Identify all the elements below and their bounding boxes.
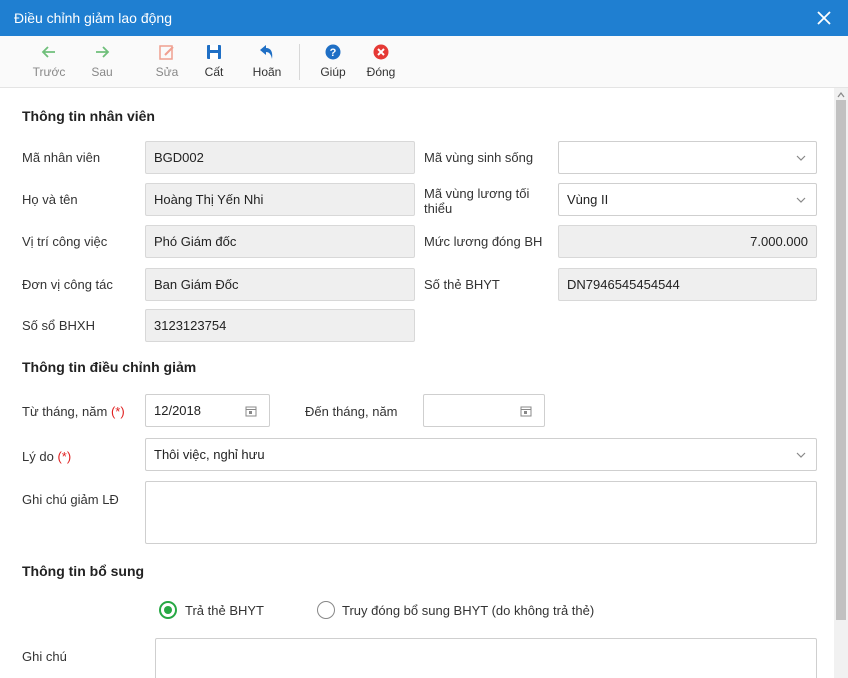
living-region-label: Mã vùng sinh sống <box>424 150 534 165</box>
section-title-extra: Thông tin bổ sung <box>22 563 145 579</box>
to-month-label: Đến tháng, năm <box>305 404 398 419</box>
reason-label: Lý do (*) <box>22 449 71 464</box>
close-icon[interactable] <box>812 6 836 30</box>
calendar-icon[interactable] <box>520 405 532 417</box>
job-position-label: Vị trí công việc <box>22 234 108 249</box>
undo-label: Hoãn <box>252 65 282 79</box>
scrollbar-thumb[interactable] <box>836 100 846 620</box>
required-mark: (*) <box>57 449 72 464</box>
min-wage-region-select[interactable]: Vùng II <box>558 183 817 216</box>
help-button[interactable]: ? Giúp <box>311 42 355 79</box>
from-month-value: 12/2018 <box>154 403 201 418</box>
scroll-up-icon[interactable] <box>837 91 845 99</box>
calendar-icon[interactable] <box>245 405 257 417</box>
chevron-down-icon <box>796 452 806 458</box>
full-name-label: Họ và tên <box>22 192 78 207</box>
pencil-icon <box>145 42 189 62</box>
job-position-field[interactable]: Phó Giám đốc <box>145 225 415 258</box>
to-month-input[interactable] <box>423 394 545 427</box>
required-mark: (*) <box>110 404 125 419</box>
prev-label: Trước <box>32 65 66 79</box>
min-wage-region-label-line1: Mã vùng lương tối <box>424 186 530 201</box>
edit-button[interactable]: Sửa <box>145 42 189 79</box>
from-month-label-text: Từ tháng, năm <box>22 404 108 419</box>
arrow-left-icon <box>27 42 71 62</box>
reduction-note-label: Ghi chú giảm LĐ <box>22 492 119 507</box>
min-wage-region-label-line2: thiểu <box>424 201 453 216</box>
employee-code-field[interactable]: BGD002 <box>145 141 415 174</box>
next-button[interactable]: Sau <box>80 42 124 79</box>
next-label: Sau <box>91 65 113 79</box>
work-unit-label: Đơn vị công tác <box>22 277 113 292</box>
bhxh-number-label: Số sổ BHXH <box>22 318 95 333</box>
save-button[interactable]: Cất <box>192 42 236 79</box>
save-label: Cất <box>204 65 224 79</box>
dialog-title: Điều chỉnh giảm lao động <box>14 10 172 26</box>
insurance-salary-label: Mức lương đóng BH <box>424 234 543 249</box>
reason-label-text: Lý do <box>22 449 54 464</box>
toolbar-separator <box>299 44 300 80</box>
prev-button[interactable]: Trước <box>27 42 71 79</box>
close-button[interactable]: Đóng <box>359 42 403 79</box>
bhyt-card-field[interactable]: DN7946545454544 <box>558 268 817 301</box>
bhyt-card-label: Số thẻ BHYT <box>424 277 500 292</box>
bhxh-number-field[interactable]: 3123123754 <box>145 309 415 342</box>
save-icon <box>192 42 236 62</box>
chevron-down-icon <box>796 197 806 203</box>
vertical-scrollbar[interactable] <box>834 88 848 678</box>
help-label: Giúp <box>320 65 346 79</box>
undo-button[interactable]: Hoãn <box>245 42 289 79</box>
reason-value: Thôi việc, nghỉ hưu <box>154 447 265 462</box>
reduction-note-textarea[interactable] <box>145 481 817 544</box>
dialog-titlebar: Điều chỉnh giảm lao động <box>0 0 848 36</box>
return-card-radio[interactable] <box>159 601 177 619</box>
return-card-label[interactable]: Trả thẻ BHYT <box>185 603 264 618</box>
from-month-input[interactable]: 12/2018 <box>145 394 270 427</box>
from-month-label: Từ tháng, năm (*) <box>22 404 125 419</box>
edit-label: Sửa <box>155 65 179 79</box>
reason-select[interactable]: Thôi việc, nghỉ hưu <box>145 438 817 471</box>
chevron-down-icon <box>796 155 806 161</box>
section-title-adjustment: Thông tin điều chỉnh giảm <box>22 359 197 375</box>
close-label: Đóng <box>366 65 396 79</box>
note-label: Ghi chú <box>22 649 67 664</box>
undo-icon <box>245 42 289 62</box>
min-wage-region-value: Vùng II <box>567 192 609 207</box>
insurance-salary-field[interactable]: 7.000.000 <box>558 225 817 258</box>
section-title-employee: Thông tin nhân viên <box>22 108 155 124</box>
toolbar: Trước Sau Sửa Cất Hoãn ? Giúp Đóng <box>0 36 848 88</box>
work-unit-field[interactable]: Ban Giám Đốc <box>145 268 415 301</box>
note-textarea[interactable] <box>155 638 817 678</box>
pay-extra-radio[interactable] <box>317 601 335 619</box>
full-name-field[interactable]: Hoàng Thị Yến Nhi <box>145 183 415 216</box>
living-region-select[interactable] <box>558 141 817 174</box>
min-wage-region-label: Mã vùng lương tối thiểu <box>424 186 529 216</box>
pay-extra-label[interactable]: Truy đóng bổ sung BHYT (do không trả thẻ… <box>342 603 594 618</box>
form-content: Thông tin nhân viên Mã nhân viên BGD002 … <box>0 88 834 678</box>
close-circle-icon <box>359 42 403 62</box>
svg-text:?: ? <box>330 47 337 59</box>
employee-code-label: Mã nhân viên <box>22 150 101 165</box>
help-icon: ? <box>311 42 355 62</box>
arrow-right-icon <box>80 42 124 62</box>
